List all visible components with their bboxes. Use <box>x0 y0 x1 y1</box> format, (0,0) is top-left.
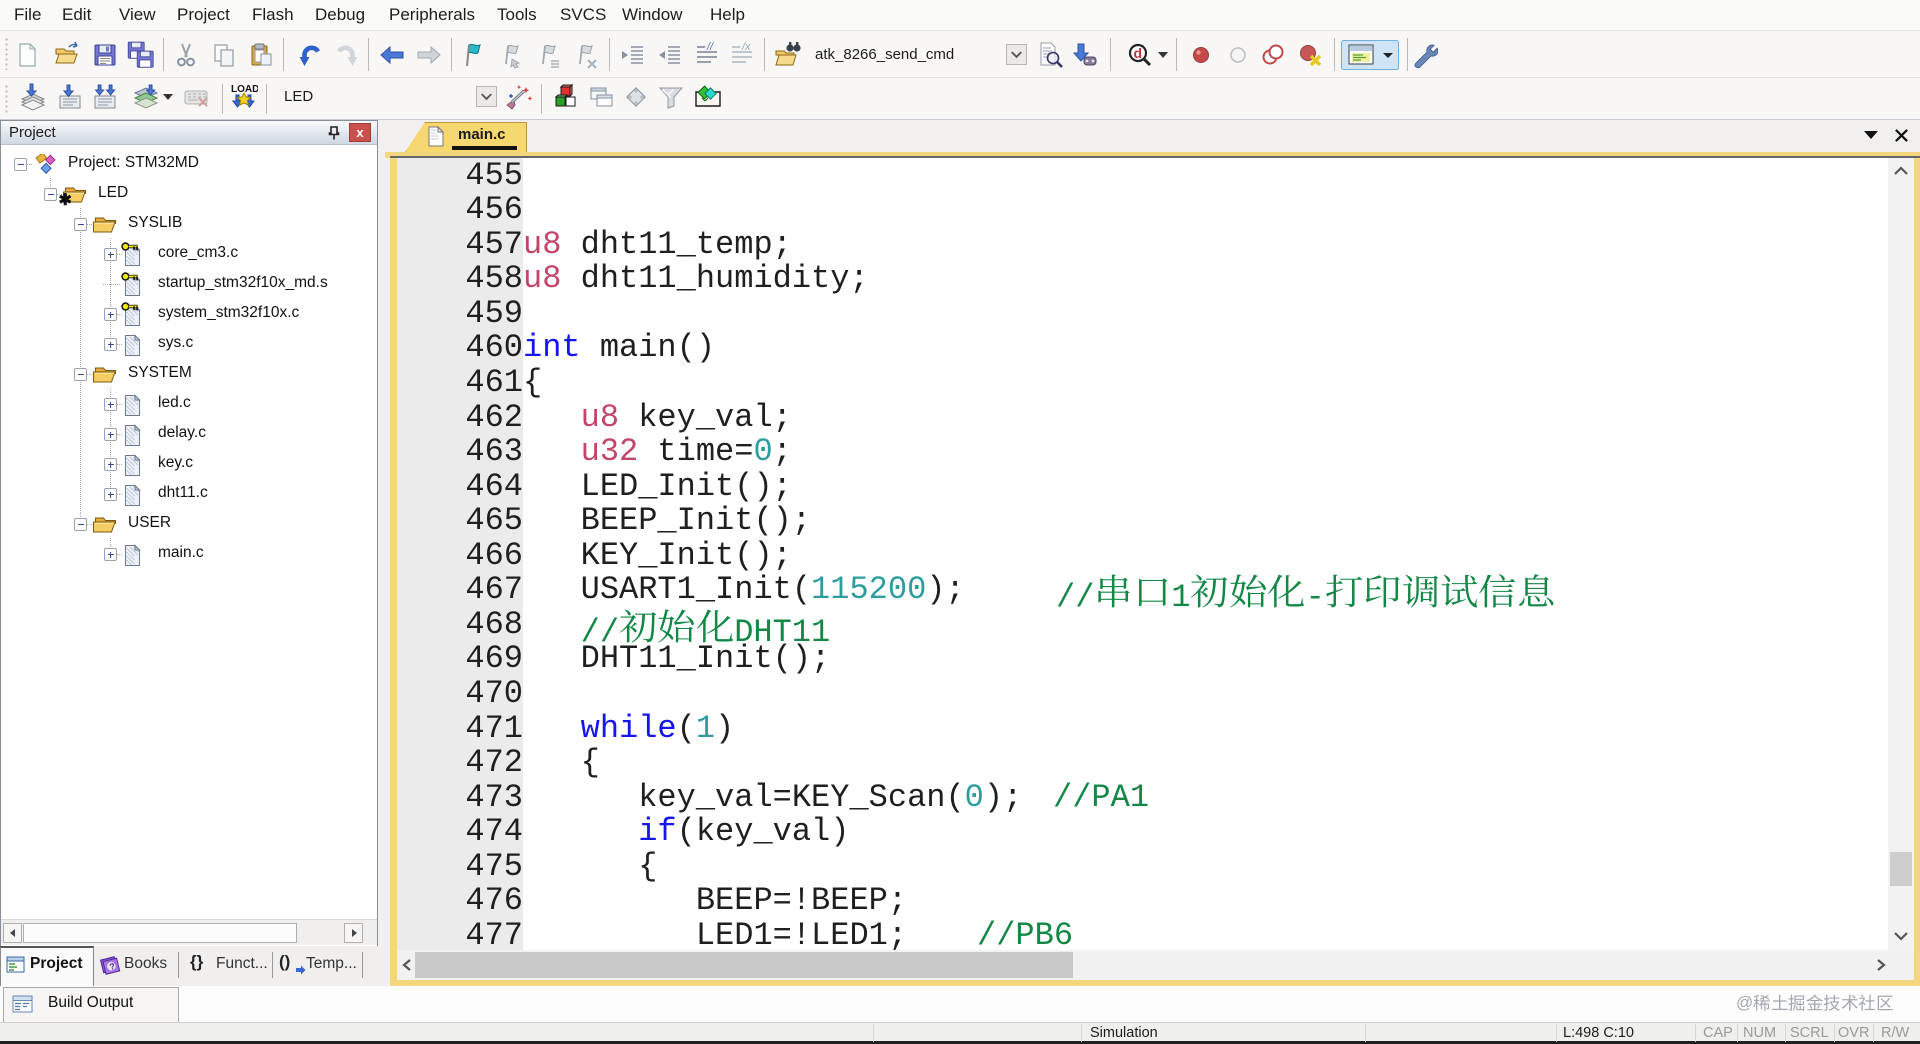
svg-text:d: d <box>1134 45 1143 61</box>
svg-text://: // <box>706 41 714 53</box>
svg-text:✱: ✱ <box>59 192 72 209</box>
svg-text:/x: /x <box>741 41 751 53</box>
